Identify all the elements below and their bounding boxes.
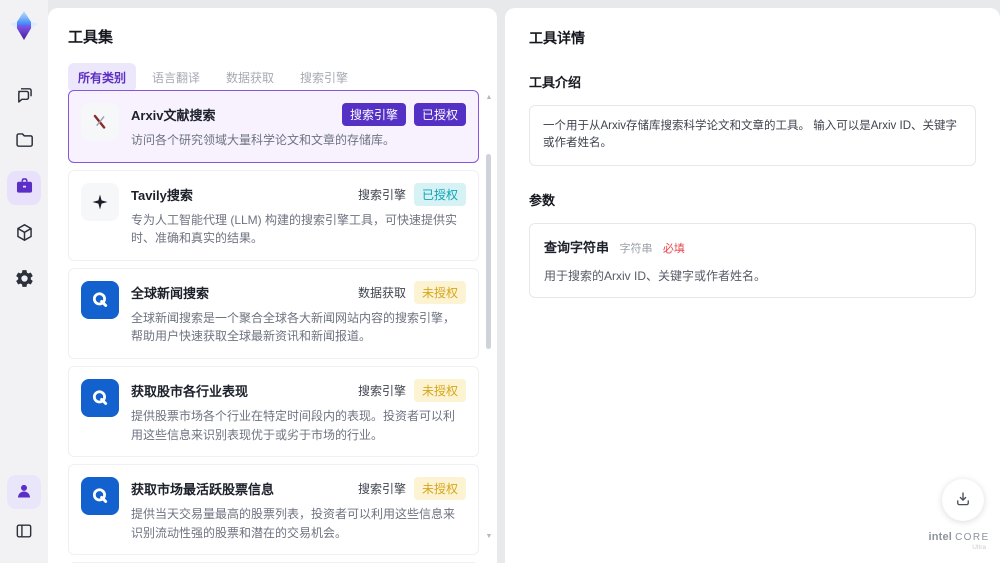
- parameter-type: 字符串: [619, 242, 653, 255]
- params-heading: 参数: [529, 192, 556, 208]
- panel-icon: [14, 521, 34, 544]
- sidebar-item-tools[interactable]: [7, 171, 41, 205]
- tool-name: Tavily搜索: [131, 187, 193, 203]
- detail-title: 工具详情: [529, 30, 585, 46]
- parameter-description: 用于搜索的Arxiv ID、关键字或作者姓名。: [544, 268, 767, 283]
- tool-card[interactable]: 全球新闻搜索 数据获取 未授权 全球新闻搜索是一个聚合全球各大新闻网站内容的搜索…: [68, 267, 479, 359]
- sidebar-item-models[interactable]: [7, 217, 41, 251]
- tool-description: 全球新闻搜索是一个聚合全球各大新闻网站内容的搜索引擎，帮助用户快速获取全球最新资…: [131, 310, 456, 344]
- tool-category-tag: 搜索引擎: [341, 103, 406, 126]
- scrollbar-thumb[interactable]: [486, 154, 491, 349]
- sidebar-item-collapse[interactable]: [7, 515, 41, 549]
- scroll-down-icon[interactable]: ▼: [484, 533, 494, 541]
- tool-auth-badge: 已授权: [413, 103, 466, 126]
- tool-description: 提供股票市场各个行业在特定时间段内的表现。投资者可以利用这些信息来识别表现优于或…: [131, 408, 456, 442]
- tool-list-panel: 工具集 所有类别 语言翻译 数据获取 搜索引擎 Arxiv文献搜索 搜索引擎 已授权 …: [48, 8, 497, 563]
- tab-category-2[interactable]: 数据获取: [216, 63, 284, 92]
- tab-all-categories[interactable]: 所有类别: [68, 63, 137, 92]
- tool-name: 获取股市各行业表现: [131, 383, 249, 399]
- sidebar-item-settings[interactable]: [7, 263, 41, 297]
- page-title: 工具集: [68, 29, 114, 46]
- tab-category-1[interactable]: 语言翻译: [142, 63, 210, 92]
- app-sidebar: [0, 0, 48, 563]
- download-button[interactable]: [942, 479, 984, 521]
- news-app-icon: [81, 477, 119, 516]
- tool-card[interactable]: Arxiv文献搜索 搜索引擎 已授权 访问各个研究领域大量科学论文和文章的存储库…: [68, 90, 479, 163]
- tool-card[interactable]: 获取市场最活跃股票信息 搜索引擎 未授权 提供当天交易量最高的股票列表，投资者可…: [68, 464, 479, 556]
- news-app-icon: [81, 280, 119, 319]
- brand-intel-text: intel: [928, 531, 953, 543]
- scroll-up-icon[interactable]: ▲: [484, 94, 494, 102]
- tool-card[interactable]: 获取股市各行业表现 搜索引擎 未授权 提供股票市场各个行业在特定时间段内的表现。…: [68, 365, 479, 458]
- tool-category-tag: 搜索引擎: [357, 187, 406, 202]
- briefcase-icon: [14, 176, 35, 200]
- gear-icon: [14, 268, 35, 292]
- tool-description: 访问各个研究领域大量科学论文和文章的存储库。: [131, 133, 396, 147]
- parameter-required-badge: 必填: [662, 242, 685, 255]
- list-scrollbar[interactable]: ▲ ▼: [484, 92, 494, 559]
- tool-description: 专为人工智能代理 (LLM) 构建的搜索引擎工具，可快速提供实时、准确和真实的结…: [131, 212, 458, 246]
- cube-icon: [14, 222, 35, 246]
- category-tabs: 所有类别 语言翻译 数据获取 搜索引擎: [68, 63, 497, 92]
- tool-auth-badge: 未授权: [413, 477, 466, 501]
- intel-core-logo: intel core Ultra: [928, 531, 990, 551]
- intro-heading: 工具介绍: [529, 75, 582, 90]
- tool-category-tag: 搜索引擎: [357, 482, 406, 497]
- main-content: 工具集 所有类别 语言翻译 数据获取 搜索引擎 Arxiv文献搜索 搜索引擎 已授权 …: [48, 8, 1000, 563]
- tool-category-tag: 数据获取: [357, 285, 406, 300]
- sidebar-item-files[interactable]: [7, 125, 41, 159]
- parameter-name: 查询字符串: [544, 239, 610, 255]
- tool-category-tag: 搜索引擎: [357, 383, 406, 398]
- tool-auth-badge: 未授权: [413, 280, 466, 304]
- tool-description: 提供当天交易量最高的股票列表，投资者可以利用这些信息来识别流动性强的股票和潜在的…: [131, 507, 456, 540]
- tool-name: 获取市场最活跃股票信息: [131, 482, 275, 498]
- app-logo-icon: [7, 9, 41, 43]
- tool-auth-badge: 已授权: [413, 182, 466, 206]
- tool-auth-badge: 未授权: [413, 378, 466, 402]
- tool-name: Arxiv文献搜索: [131, 108, 216, 123]
- news-app-icon: [81, 378, 119, 417]
- arxiv-logo-icon: [81, 103, 119, 141]
- tavily-star-icon: [81, 182, 119, 221]
- download-icon: [954, 490, 972, 511]
- tool-intro-text: 一个用于从Arxiv存储库搜索科学论文和文章的工具。 输入可以是Arxiv ID…: [529, 105, 976, 166]
- parameter-card: 查询字符串 字符串 必填 用于搜索的Arxiv ID、关键字或作者姓名。: [529, 222, 976, 298]
- brand-edition-text: Ultra: [972, 544, 986, 551]
- tab-category-3[interactable]: 搜索引擎: [290, 63, 358, 92]
- tool-card[interactable]: Tavily搜索 搜索引擎 已授权 专为人工智能代理 (LLM) 构建的搜索引擎…: [68, 169, 479, 261]
- sidebar-item-chat[interactable]: [7, 79, 41, 113]
- user-icon: [14, 481, 34, 504]
- tool-list: Arxiv文献搜索 搜索引擎 已授权 访问各个研究领域大量科学论文和文章的存储库…: [68, 90, 479, 563]
- folder-icon: [14, 130, 35, 154]
- sidebar-item-account[interactable]: [7, 475, 41, 509]
- chat-icon: [14, 84, 35, 108]
- tool-detail-panel: 工具详情 工具介绍 一个用于从Arxiv存储库搜索科学论文和文章的工具。 输入可…: [505, 8, 1000, 563]
- brand-core-text: core: [955, 532, 990, 543]
- tool-name: 全球新闻搜索: [131, 285, 210, 301]
